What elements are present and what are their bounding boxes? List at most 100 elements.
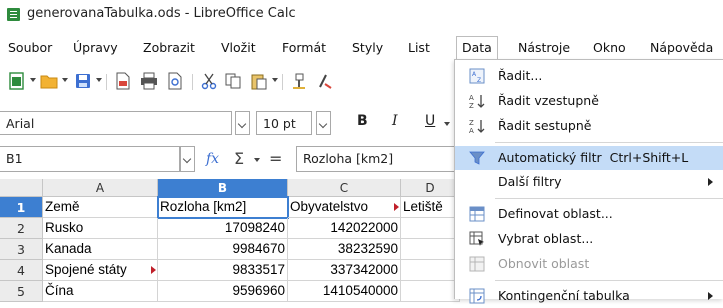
font-name-dropdown[interactable] xyxy=(235,111,250,135)
row-header-4[interactable]: 4 xyxy=(0,260,43,281)
title-bar: generovanaTabulka.ods - LibreOffice Calc xyxy=(0,0,723,30)
menu-item-refresh-range: Obnovit oblast xyxy=(455,252,723,276)
font-name-input[interactable]: Arial xyxy=(0,111,232,135)
cell-a3[interactable]: Kanada xyxy=(43,239,158,260)
row-header-3[interactable]: 3 xyxy=(0,239,43,260)
clear-formatting-icon[interactable] xyxy=(316,72,334,90)
menu-item-sort[interactable]: A Z Řadit... xyxy=(455,64,723,88)
cut-icon[interactable] xyxy=(200,72,218,90)
print-preview-icon[interactable] xyxy=(166,72,184,90)
calc-app-icon xyxy=(7,8,20,21)
menu-item-label: Řadit vzestupně xyxy=(498,93,599,108)
new-document-icon[interactable] xyxy=(8,72,26,90)
column-header-c[interactable]: C xyxy=(288,179,401,197)
formatting-toolbar: Arial 10 pt B I U xyxy=(0,108,460,136)
clone-formatting-icon[interactable] xyxy=(290,72,308,90)
cell-a2[interactable]: Rusko xyxy=(43,218,158,239)
svg-text:Z: Z xyxy=(469,102,474,109)
copy-icon[interactable] xyxy=(224,72,242,90)
italic-button[interactable]: I xyxy=(392,113,398,129)
paste-dropdown-arrow[interactable] xyxy=(272,78,278,82)
formula-equals-icon[interactable]: = xyxy=(269,149,282,168)
row-header-2[interactable]: 2 xyxy=(0,218,43,239)
menu-separator xyxy=(495,142,723,143)
menu-separator xyxy=(495,198,723,199)
open-folder-icon[interactable] xyxy=(40,72,58,90)
menu-item-sort-descending[interactable]: Z A Řadit sestupně xyxy=(455,114,723,138)
menu-item-shortcut: Ctrl+Shift+L xyxy=(609,150,689,165)
formula-input[interactable]: Rozloha [km2] xyxy=(296,146,460,172)
cell-a4[interactable]: Spojené státy xyxy=(43,260,158,281)
menu-upravy[interactable]: Úpravy xyxy=(73,40,118,55)
column-header-d[interactable]: D xyxy=(401,179,460,197)
menu-item-more-filters[interactable]: Další filtry xyxy=(455,170,723,194)
export-pdf-icon[interactable] xyxy=(114,72,132,90)
cell-d3[interactable] xyxy=(401,239,460,260)
menu-item-select-range[interactable]: Vybrat oblast... xyxy=(455,227,723,251)
bold-button[interactable]: B xyxy=(357,113,368,129)
open-dropdown-arrow[interactable] xyxy=(62,78,68,82)
cell-c3[interactable]: 38232590 xyxy=(288,239,401,260)
menu-bar: Soubor Úpravy Zobrazit Vložit Formát Sty… xyxy=(0,36,723,60)
data-menu-dropdown: A Z Řadit... A Z Řadit vzestupně Z A Řad… xyxy=(454,59,723,304)
save-icon[interactable] xyxy=(74,72,92,90)
new-dropdown-arrow[interactable] xyxy=(30,78,36,82)
font-size-input[interactable]: 10 pt xyxy=(256,111,312,135)
menu-format[interactable]: Formát xyxy=(282,40,326,55)
underline-button[interactable]: U xyxy=(425,113,435,129)
menu-item-label: Automatický filtr Ctrl+Shift+L xyxy=(498,150,689,165)
name-box[interactable]: B1 xyxy=(0,146,180,172)
spreadsheet-grid[interactable]: A B C D 1 Země Rozloha [km2] Obyvatelstv… xyxy=(0,179,460,302)
cell-a1[interactable]: Země xyxy=(43,197,158,218)
print-icon[interactable] xyxy=(140,72,158,90)
sort-descending-icon: Z A xyxy=(469,119,485,134)
toolbar-separator xyxy=(106,74,107,90)
menu-item-define-range[interactable]: Definovat oblast... xyxy=(455,202,723,226)
menu-data[interactable]: Data xyxy=(456,36,498,60)
menu-zobrazit[interactable]: Zobrazit xyxy=(143,40,195,55)
cell-c1-text: Obyvatelstvo xyxy=(290,199,369,214)
autofilter-icon xyxy=(469,151,485,165)
text-overflow-indicator xyxy=(151,266,156,274)
pivot-table-icon xyxy=(469,288,485,304)
cell-b2[interactable]: 17098240 xyxy=(158,218,288,239)
paste-icon[interactable] xyxy=(250,72,268,90)
window-title: generovanaTabulka.ods - LibreOffice Calc xyxy=(27,6,296,21)
menu-vlozit[interactable]: Vložit xyxy=(221,40,256,55)
menu-item-sort-ascending[interactable]: A Z Řadit vzestupně xyxy=(455,89,723,113)
name-box-dropdown[interactable] xyxy=(180,146,195,172)
column-header-a[interactable]: A xyxy=(43,179,158,197)
save-dropdown-arrow[interactable] xyxy=(96,78,102,82)
cell-d2[interactable] xyxy=(401,218,460,239)
cell-c1[interactable]: Obyvatelstvo xyxy=(288,197,401,218)
cell-d1[interactable]: Letiště xyxy=(401,197,460,218)
cell-c2[interactable]: 142022000 xyxy=(288,218,401,239)
sum-dropdown-arrow[interactable] xyxy=(254,158,260,162)
cell-b3[interactable]: 9984670 xyxy=(158,239,288,260)
menu-item-label: Další filtry xyxy=(498,174,562,189)
menu-list[interactable]: List xyxy=(408,40,430,55)
svg-text:A: A xyxy=(469,127,474,134)
menu-okno[interactable]: Okno xyxy=(593,40,626,55)
menu-napoveda[interactable]: Nápověda xyxy=(650,40,713,55)
menu-item-pivot-table[interactable]: Kontingenční tabulka xyxy=(455,284,723,308)
sum-icon[interactable]: Σ xyxy=(234,149,244,168)
select-all-corner[interactable] xyxy=(0,179,43,197)
menu-item-autofilter[interactable]: Automatický filtr Ctrl+Shift+L xyxy=(455,146,723,170)
formula-bar: B1 fx Σ = Rozloha [km2] xyxy=(0,146,460,174)
cell-d4[interactable] xyxy=(401,260,460,281)
cell-c4[interactable]: 337342000 xyxy=(288,260,401,281)
menu-item-label: Kontingenční tabulka xyxy=(498,288,630,303)
menu-soubor[interactable]: Soubor xyxy=(8,40,52,55)
submenu-arrow-icon xyxy=(708,178,713,186)
cell-b1[interactable]: Rozloha [km2] xyxy=(157,196,289,219)
define-range-icon xyxy=(469,206,485,222)
font-size-dropdown[interactable] xyxy=(316,111,331,135)
menu-styly[interactable]: Styly xyxy=(352,40,383,55)
menu-nastroje[interactable]: Nástroje xyxy=(518,40,570,55)
row-header-1[interactable]: 1 xyxy=(0,197,43,218)
cell-b4[interactable]: 9833517 xyxy=(158,260,288,281)
underline-dropdown-arrow[interactable] xyxy=(444,122,450,126)
function-wizard-icon[interactable]: fx xyxy=(206,151,219,167)
column-header-b[interactable]: B xyxy=(158,179,288,197)
